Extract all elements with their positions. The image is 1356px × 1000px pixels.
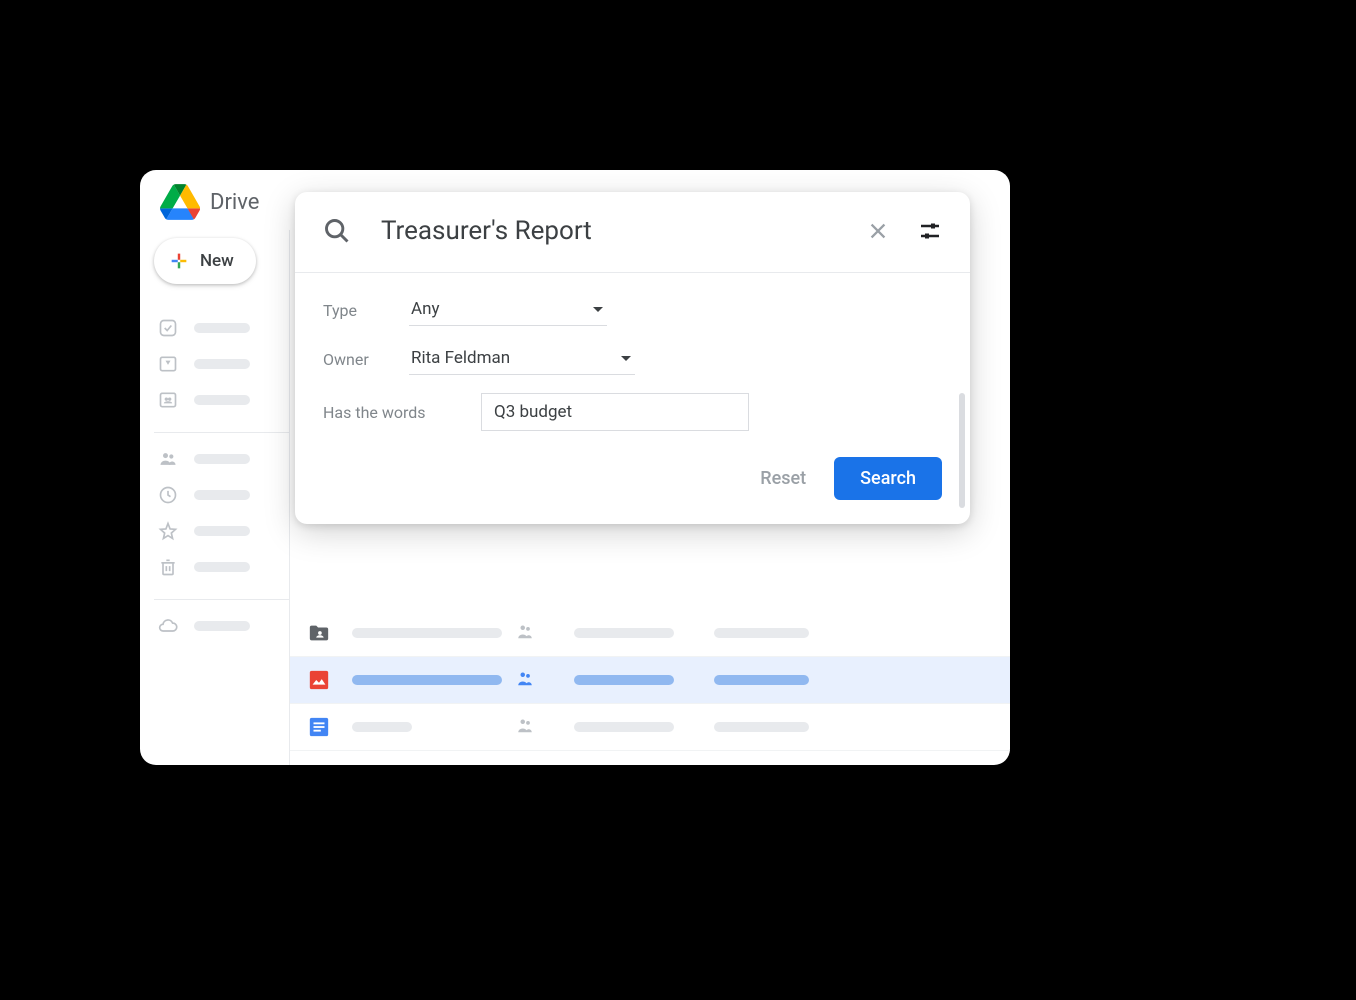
shared-icon xyxy=(516,671,534,689)
search-options-button[interactable] xyxy=(918,219,942,243)
owner-value: Rita Feldman xyxy=(411,348,510,368)
type-label: Type xyxy=(323,301,409,320)
type-value: Any xyxy=(411,299,440,319)
placeholder xyxy=(574,628,674,638)
file-name-placeholder xyxy=(352,722,412,732)
placeholder xyxy=(574,675,674,685)
file-row[interactable] xyxy=(290,704,1010,751)
drive-window: Drive New xyxy=(140,170,1010,765)
file-row[interactable] xyxy=(290,610,1010,657)
type-dropdown[interactable]: Any xyxy=(409,295,607,326)
file-name-placeholder xyxy=(352,675,502,685)
placeholder xyxy=(574,722,674,732)
star-icon xyxy=(158,521,178,541)
shared-icon xyxy=(516,624,534,642)
new-button[interactable]: New xyxy=(154,238,256,284)
search-header: Treasurer's Report xyxy=(295,192,970,272)
file-name-placeholder xyxy=(352,628,502,638)
reset-button[interactable]: Reset xyxy=(760,468,806,489)
chevron-down-icon xyxy=(593,307,603,312)
sidebar-placeholder xyxy=(194,323,250,333)
panel-footer: Reset Search xyxy=(295,447,970,524)
sidebar: New xyxy=(140,230,290,765)
words-value: Q3 budget xyxy=(494,402,572,422)
placeholder xyxy=(714,628,809,638)
search-query-text[interactable]: Treasurer's Report xyxy=(381,216,836,246)
clear-search-button[interactable] xyxy=(866,219,890,243)
sidebar-placeholder xyxy=(194,490,250,500)
sidebar-placeholder xyxy=(194,395,250,405)
words-label: Has the words xyxy=(323,403,481,422)
close-icon xyxy=(867,220,889,242)
sidebar-placeholder xyxy=(194,359,250,369)
file-row-selected[interactable] xyxy=(290,657,1010,704)
search-panel: Treasurer's Report Type Any xyxy=(295,192,970,524)
app-title: Drive xyxy=(210,190,259,215)
drive-small-icon xyxy=(158,354,178,374)
tune-icon xyxy=(918,219,942,243)
new-button-label: New xyxy=(200,251,234,271)
sidebar-item-priority[interactable] xyxy=(154,310,289,346)
sidebar-placeholder xyxy=(194,621,250,631)
sidebar-placeholder xyxy=(194,454,250,464)
sidebar-placeholder xyxy=(194,562,250,572)
owner-label: Owner xyxy=(323,350,409,369)
docs-file-icon xyxy=(308,716,330,738)
sidebar-item-mydrive[interactable] xyxy=(154,346,289,382)
search-button[interactable]: Search xyxy=(834,457,942,500)
scroll-indicator[interactable] xyxy=(959,393,965,508)
placeholder xyxy=(714,722,809,732)
sidebar-placeholder xyxy=(194,526,250,536)
clock-icon xyxy=(158,485,178,505)
search-icon xyxy=(323,217,351,245)
sidebar-item-storage[interactable] xyxy=(154,608,289,644)
shared-icon xyxy=(516,718,534,736)
has-words-input[interactable]: Q3 budget xyxy=(481,393,749,431)
trash-icon xyxy=(158,557,178,577)
sidebar-item-recent[interactable] xyxy=(154,477,289,513)
search-filters: Type Any Owner Rita Feldman Has the word… xyxy=(295,272,970,447)
sidebar-item-shared-drives[interactable] xyxy=(154,382,289,418)
sidebar-item-trash[interactable] xyxy=(154,549,289,585)
chevron-down-icon xyxy=(621,356,631,361)
plus-icon xyxy=(168,250,190,272)
check-square-icon xyxy=(158,318,178,338)
people-icon xyxy=(158,449,178,469)
image-file-icon xyxy=(308,669,330,691)
folder-shared-icon xyxy=(308,622,330,644)
drive-logo-icon xyxy=(160,184,200,220)
placeholder xyxy=(714,675,809,685)
owner-dropdown[interactable]: Rita Feldman xyxy=(409,344,635,375)
sidebar-item-starred[interactable] xyxy=(154,513,289,549)
shared-drives-icon xyxy=(158,390,178,410)
cloud-icon xyxy=(158,616,178,636)
sidebar-item-shared[interactable] xyxy=(154,441,289,477)
